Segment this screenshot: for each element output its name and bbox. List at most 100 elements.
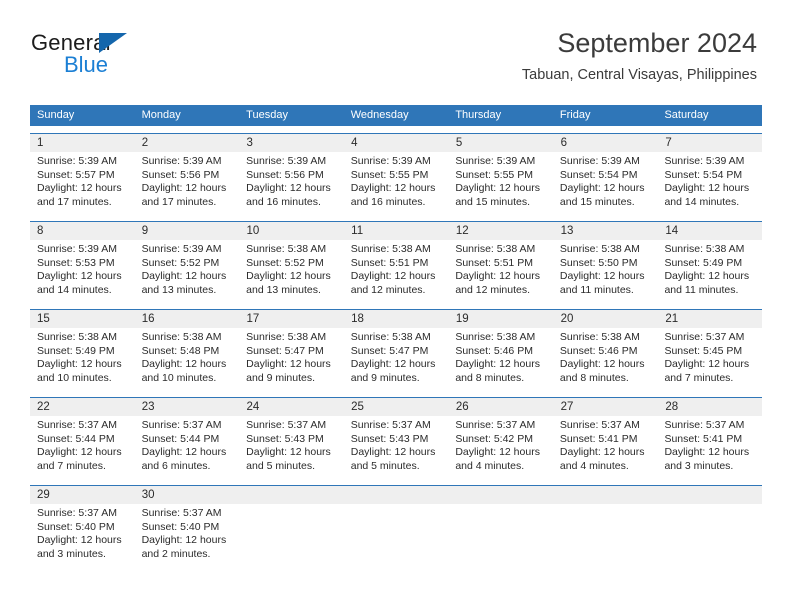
day-cell-empty	[553, 504, 658, 566]
day-number[interactable]: 8	[30, 222, 135, 240]
day-cell[interactable]: Sunrise: 5:38 AM Sunset: 5:51 PM Dayligh…	[344, 240, 449, 302]
day-cell[interactable]: Sunrise: 5:37 AM Sunset: 5:43 PM Dayligh…	[239, 416, 344, 478]
day-cell[interactable]: Sunrise: 5:37 AM Sunset: 5:41 PM Dayligh…	[553, 416, 658, 478]
day-cell[interactable]: Sunrise: 5:38 AM Sunset: 5:49 PM Dayligh…	[30, 328, 135, 390]
sunset-text: Sunset: 5:46 PM	[455, 344, 533, 357]
day-number[interactable]: 28	[658, 398, 762, 416]
day-cell[interactable]: Sunrise: 5:39 AM Sunset: 5:56 PM Dayligh…	[135, 152, 240, 214]
daylight-text-line2: and 13 minutes.	[141, 283, 217, 296]
sunset-text: Sunset: 5:44 PM	[37, 432, 115, 445]
sunrise-text: Sunrise: 5:37 AM	[350, 419, 431, 431]
day-cell[interactable]: Sunrise: 5:37 AM Sunset: 5:41 PM Dayligh…	[657, 416, 762, 478]
daylight-text-line1: Daylight: 12 hours	[350, 358, 436, 371]
sunrise-text: Sunrise: 5:38 AM	[350, 331, 431, 343]
daylight-text-line1: Daylight: 12 hours	[141, 270, 227, 283]
sunset-text: Sunset: 5:40 PM	[141, 520, 220, 533]
sunrise-text: Sunrise: 5:37 AM	[141, 507, 222, 519]
daylight-text-line2: and 14 minutes.	[37, 283, 112, 296]
day-number[interactable]: 7	[658, 134, 762, 152]
sunrise-text: Sunrise: 5:37 AM	[37, 419, 117, 431]
daylight-text-line1: Daylight: 12 hours	[246, 446, 331, 459]
daylight-text-line2: and 15 minutes.	[455, 195, 531, 208]
day-number[interactable]: 20	[554, 310, 659, 328]
daylight-text-line2: and 8 minutes.	[455, 371, 525, 384]
week-row: 8 9 10 11 12 13 14 Sunrise: 5:39 AM Suns…	[30, 221, 762, 302]
day-cell[interactable]: Sunrise: 5:39 AM Sunset: 5:54 PM Dayligh…	[657, 152, 762, 214]
daylight-text-line2: and 5 minutes.	[350, 459, 420, 472]
day-cell[interactable]: Sunrise: 5:38 AM Sunset: 5:46 PM Dayligh…	[553, 328, 658, 390]
sunset-text: Sunset: 5:51 PM	[455, 256, 533, 269]
day-number[interactable]: 11	[344, 222, 449, 240]
day-cell[interactable]: Sunrise: 5:39 AM Sunset: 5:53 PM Dayligh…	[30, 240, 135, 302]
daylight-text-line2: and 10 minutes.	[141, 371, 217, 384]
day-number[interactable]: 16	[135, 310, 240, 328]
day-cell[interactable]: Sunrise: 5:38 AM Sunset: 5:47 PM Dayligh…	[239, 328, 344, 390]
day-cell[interactable]: Sunrise: 5:39 AM Sunset: 5:54 PM Dayligh…	[553, 152, 658, 214]
daylight-text-line2: and 14 minutes.	[664, 195, 740, 208]
daylight-text-line2: and 16 minutes.	[350, 195, 426, 208]
day-cell[interactable]: Sunrise: 5:38 AM Sunset: 5:47 PM Dayligh…	[344, 328, 449, 390]
day-cell[interactable]: Sunrise: 5:38 AM Sunset: 5:50 PM Dayligh…	[553, 240, 658, 302]
day-cell[interactable]: Sunrise: 5:37 AM Sunset: 5:42 PM Dayligh…	[448, 416, 553, 478]
day-number[interactable]: 12	[449, 222, 554, 240]
day-number[interactable]: 3	[239, 134, 345, 152]
daylight-text-line1: Daylight: 12 hours	[141, 358, 227, 371]
day-cell[interactable]: Sunrise: 5:39 AM Sunset: 5:56 PM Dayligh…	[239, 152, 344, 214]
sunrise-text: Sunrise: 5:37 AM	[141, 419, 222, 431]
day-cell[interactable]: Sunrise: 5:39 AM Sunset: 5:55 PM Dayligh…	[344, 152, 449, 214]
daylight-text-line2: and 7 minutes.	[664, 371, 734, 384]
day-cell[interactable]: Sunrise: 5:37 AM Sunset: 5:40 PM Dayligh…	[135, 504, 240, 566]
day-number[interactable]: 22	[30, 398, 135, 416]
day-cell[interactable]: Sunrise: 5:37 AM Sunset: 5:44 PM Dayligh…	[135, 416, 240, 478]
daylight-text-line2: and 6 minutes.	[141, 459, 211, 472]
day-cell[interactable]: Sunrise: 5:39 AM Sunset: 5:52 PM Dayligh…	[135, 240, 240, 302]
day-cell[interactable]: Sunrise: 5:39 AM Sunset: 5:55 PM Dayligh…	[448, 152, 553, 214]
day-number[interactable]: 5	[449, 134, 554, 152]
day-number[interactable]: 18	[344, 310, 449, 328]
day-number[interactable]: 24	[239, 398, 345, 416]
day-number[interactable]: 17	[239, 310, 345, 328]
sunset-text: Sunset: 5:54 PM	[664, 168, 743, 181]
daylight-text-line1: Daylight: 12 hours	[37, 270, 122, 283]
day-number[interactable]: 27	[554, 398, 659, 416]
day-number[interactable]: 26	[449, 398, 554, 416]
daylight-text-line2: and 3 minutes.	[37, 547, 106, 560]
brand-logo[interactable]: General Blue	[31, 30, 211, 80]
day-number[interactable]: 4	[344, 134, 449, 152]
week-detail-band: Sunrise: 5:39 AM Sunset: 5:57 PM Dayligh…	[30, 152, 762, 214]
day-number[interactable]: 23	[135, 398, 240, 416]
day-cell[interactable]: Sunrise: 5:39 AM Sunset: 5:57 PM Dayligh…	[30, 152, 135, 214]
day-cell[interactable]: Sunrise: 5:38 AM Sunset: 5:51 PM Dayligh…	[448, 240, 553, 302]
day-number[interactable]: 2	[135, 134, 240, 152]
day-number[interactable]: 29	[30, 486, 135, 504]
day-cell[interactable]: Sunrise: 5:38 AM Sunset: 5:46 PM Dayligh…	[448, 328, 553, 390]
sunrise-text: Sunrise: 5:37 AM	[455, 419, 536, 431]
day-number[interactable]: 15	[30, 310, 135, 328]
daylight-text-line1: Daylight: 12 hours	[664, 270, 750, 283]
day-number[interactable]: 21	[658, 310, 762, 328]
day-number[interactable]: 13	[554, 222, 659, 240]
daylight-text-line1: Daylight: 12 hours	[141, 446, 227, 459]
daylight-text-line2: and 13 minutes.	[246, 283, 321, 296]
day-cell[interactable]: Sunrise: 5:37 AM Sunset: 5:45 PM Dayligh…	[657, 328, 762, 390]
day-number[interactable]: 10	[239, 222, 345, 240]
day-number[interactable]: 30	[135, 486, 240, 504]
day-number[interactable]: 19	[449, 310, 554, 328]
day-number[interactable]: 9	[135, 222, 240, 240]
day-number[interactable]: 14	[658, 222, 762, 240]
day-cell[interactable]: Sunrise: 5:37 AM Sunset: 5:43 PM Dayligh…	[344, 416, 449, 478]
sunset-text: Sunset: 5:46 PM	[559, 344, 638, 357]
day-cell[interactable]: Sunrise: 5:38 AM Sunset: 5:49 PM Dayligh…	[657, 240, 762, 302]
day-cell[interactable]: Sunrise: 5:38 AM Sunset: 5:52 PM Dayligh…	[239, 240, 344, 302]
day-number-empty	[239, 486, 345, 504]
sunrise-text: Sunrise: 5:38 AM	[559, 331, 640, 343]
day-number[interactable]: 25	[344, 398, 449, 416]
day-cell[interactable]: Sunrise: 5:38 AM Sunset: 5:48 PM Dayligh…	[135, 328, 240, 390]
day-number[interactable]: 1	[30, 134, 135, 152]
day-number[interactable]: 6	[554, 134, 659, 152]
day-cell[interactable]: Sunrise: 5:37 AM Sunset: 5:44 PM Dayligh…	[30, 416, 135, 478]
daylight-text-line2: and 17 minutes.	[37, 195, 112, 208]
sunrise-text: Sunrise: 5:38 AM	[141, 331, 222, 343]
day-cell[interactable]: Sunrise: 5:37 AM Sunset: 5:40 PM Dayligh…	[30, 504, 135, 566]
daylight-text-line1: Daylight: 12 hours	[664, 446, 750, 459]
